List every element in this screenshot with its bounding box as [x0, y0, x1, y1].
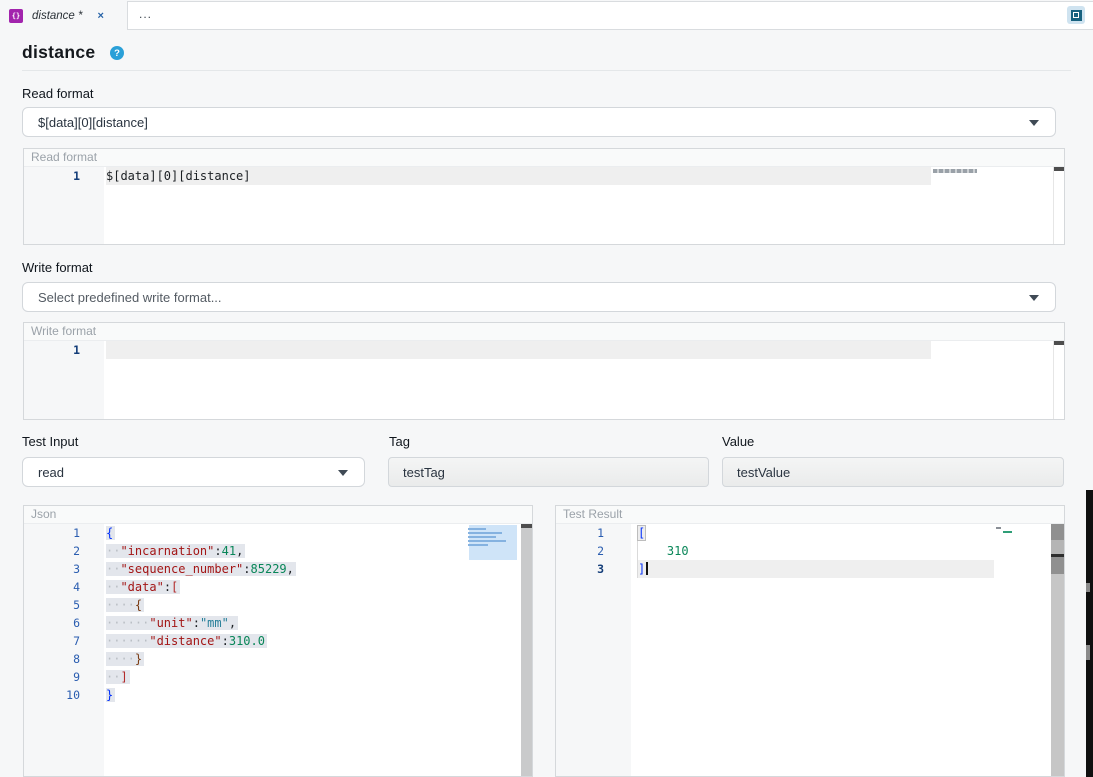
vertical-scrollbar[interactable] [1053, 167, 1064, 244]
line-number: 3 [24, 560, 104, 578]
write-format-select[interactable]: Select predefined write format... [22, 282, 1056, 312]
line-number: 1 [24, 341, 104, 359]
chevron-down-icon [1029, 120, 1039, 126]
code-line[interactable]: 5····{ [24, 596, 532, 614]
editor-title: Read format [24, 149, 1064, 167]
line-number: 7 [24, 632, 104, 650]
divider [22, 70, 1071, 71]
line-number: 4 [24, 578, 104, 596]
window-edge-strip [1086, 490, 1093, 777]
code-line[interactable]: 1$[data][0][distance] [24, 167, 1064, 185]
code-line[interactable]: 3] [556, 560, 1064, 578]
code-line[interactable]: 2 310 [556, 542, 1064, 560]
test-input-select-value: read [38, 465, 64, 480]
braces-icon: {} [9, 9, 23, 23]
vertical-scrollbar[interactable] [1051, 524, 1064, 776]
value-label: Value [722, 434, 754, 449]
read-format-label: Read format [22, 86, 94, 101]
code-line[interactable]: 9··] [24, 668, 532, 686]
tab-overflow-strip[interactable]: ... [127, 1, 1093, 30]
code-line[interactable]: 7······"distance":310.0 [24, 632, 532, 650]
minimap[interactable] [931, 167, 1053, 244]
chevron-down-icon [1029, 295, 1039, 301]
minimap[interactable] [931, 341, 1053, 419]
tab-label: distance * [32, 10, 83, 22]
code-line[interactable]: 2··"incarnation":41, [24, 542, 532, 560]
line-number: 1 [24, 524, 104, 542]
vertical-scrollbar[interactable] [1053, 341, 1064, 419]
line-number: 5 [24, 596, 104, 614]
minimap[interactable] [464, 524, 521, 776]
code-line[interactable]: 10} [24, 686, 532, 704]
tag-label: Tag [389, 434, 410, 449]
text-cursor [646, 562, 648, 575]
read-format-code-editor[interactable]: Read format 1$[data][0][distance] [23, 148, 1065, 245]
page: {} distance * × ... distance ? Read form… [0, 0, 1093, 777]
code-line[interactable]: 6······"unit":"mm", [24, 614, 532, 632]
line-number: 1 [556, 524, 631, 542]
tab-distance[interactable]: {} distance * × [0, 0, 127, 31]
value-field[interactable]: testValue [722, 457, 1064, 487]
write-format-select-placeholder: Select predefined write format... [38, 290, 222, 305]
code-line[interactable]: 3··"sequence_number":85229, [24, 560, 532, 578]
edge-scroll-mark [1086, 583, 1090, 592]
line-number: 8 [24, 650, 104, 668]
test-input-select[interactable]: read [22, 457, 365, 487]
extension-icon-inner [1071, 10, 1082, 21]
line-number: 10 [24, 686, 104, 704]
line-number: 2 [24, 542, 104, 560]
code-line[interactable]: 8····} [24, 650, 532, 668]
help-icon[interactable]: ? [110, 46, 124, 60]
line-number: 2 [556, 542, 631, 560]
test-result-code-editor[interactable]: Test Result 1[2 3103] [555, 505, 1065, 777]
read-format-select[interactable]: $[data][0][distance] [22, 107, 1056, 137]
extension-icon[interactable] [1067, 6, 1085, 24]
line-number: 1 [24, 167, 104, 185]
tag-field-value: testTag [403, 465, 445, 480]
vertical-scrollbar[interactable] [521, 524, 532, 776]
editor-title: Test Result [556, 506, 1064, 524]
tab-bar: {} distance * × ... [0, 0, 1093, 31]
code-line[interactable]: 1 [24, 341, 1064, 359]
write-format-label: Write format [22, 260, 93, 275]
edge-scroll-mark [1086, 645, 1090, 660]
minimap-selection [469, 525, 517, 560]
line-number: 9 [24, 668, 104, 686]
write-format-code-editor[interactable]: Write format 1 [23, 322, 1065, 420]
code-line[interactable]: 4··"data":[ [24, 578, 532, 596]
line-number: 3 [556, 560, 631, 578]
editor-title: Json [24, 506, 532, 524]
tab-overflow-label: ... [139, 7, 152, 21]
minimap[interactable] [996, 524, 1051, 776]
line-number: 6 [24, 614, 104, 632]
tag-field[interactable]: testTag [388, 457, 709, 487]
code-line[interactable]: 1[ [556, 524, 1064, 542]
close-icon[interactable]: × [98, 10, 104, 22]
page-title: distance [22, 42, 95, 63]
read-format-select-value: $[data][0][distance] [38, 115, 148, 130]
chevron-down-icon [338, 470, 348, 476]
value-field-value: testValue [737, 465, 790, 480]
code-line[interactable]: 1{ [24, 524, 532, 542]
editor-title: Write format [24, 323, 1064, 341]
json-code-editor[interactable]: Json 1{2··"incarnation":41,3··"sequence_… [23, 505, 533, 777]
test-input-label: Test Input [22, 434, 78, 449]
